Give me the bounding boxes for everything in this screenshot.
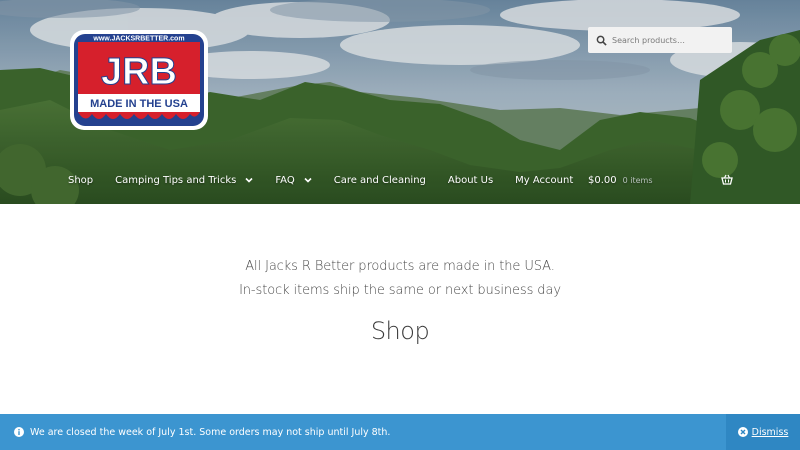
nav-item-label: FAQ (275, 174, 295, 186)
dismiss-button[interactable]: Dismiss (726, 414, 800, 450)
main-content: All Jacks R Better products are made in … (0, 204, 800, 414)
nav-item-label: Shop (68, 174, 94, 186)
nav-item-faq[interactable]: FAQ (275, 174, 312, 186)
nav-item-care-and-cleaning[interactable]: Care and Cleaning (334, 175, 426, 186)
logo-url-text: www.JACKSRBETTER.com (92, 36, 184, 43)
site-header: www.JACKSRBETTER.com JRB MADE IN THE USA… (0, 0, 800, 204)
nav-item-shop[interactable]: Shop (68, 175, 93, 186)
search-input[interactable] (612, 35, 730, 45)
nav-item-about-us[interactable]: About Us (448, 175, 493, 186)
nav-item-label: Camping Tips and Tricks (115, 174, 237, 186)
dismiss-label: Dismiss (751, 426, 789, 438)
search-icon (596, 35, 607, 46)
nav-item-label: My Account (515, 174, 574, 186)
close-icon (737, 427, 748, 437)
cart-total: $0.00 (588, 174, 617, 186)
main-navigation: Shop Camping Tips and Tricks FAQ Care an… (68, 172, 595, 188)
chevron-down-icon (304, 177, 312, 183)
logo-tagline: MADE IN THE USA (90, 98, 188, 110)
page-title: Shop (370, 317, 430, 345)
product-search[interactable] (588, 27, 732, 53)
store-notice-bar: We are closed the week of July 1st. Some… (0, 414, 800, 450)
logo-initials: JRB (101, 51, 177, 93)
nav-item-my-account[interactable]: My Account (515, 175, 573, 186)
intro-shipping: In-stock items ship the same or next bus… (239, 283, 561, 298)
nav-item-label: About Us (447, 174, 494, 186)
page: www.JACKSRBETTER.com JRB MADE IN THE USA… (0, 0, 800, 450)
nav-item-camping-tips[interactable]: Camping Tips and Tricks (115, 175, 253, 186)
nav-item-label: Care and Cleaning (333, 174, 426, 186)
chevron-down-icon (245, 177, 253, 183)
cart-summary[interactable]: $0.00 0 items (588, 172, 733, 188)
cart-item-count: 0 items (622, 175, 653, 185)
jrb-logo[interactable]: www.JACKSRBETTER.com JRB MADE IN THE USA (68, 28, 210, 132)
intro-made-in-usa: All Jacks R Better products are made in … (245, 259, 555, 274)
store-notice-message: We are closed the week of July 1st. Some… (30, 426, 391, 438)
info-icon (14, 427, 24, 437)
basket-icon (721, 174, 733, 185)
